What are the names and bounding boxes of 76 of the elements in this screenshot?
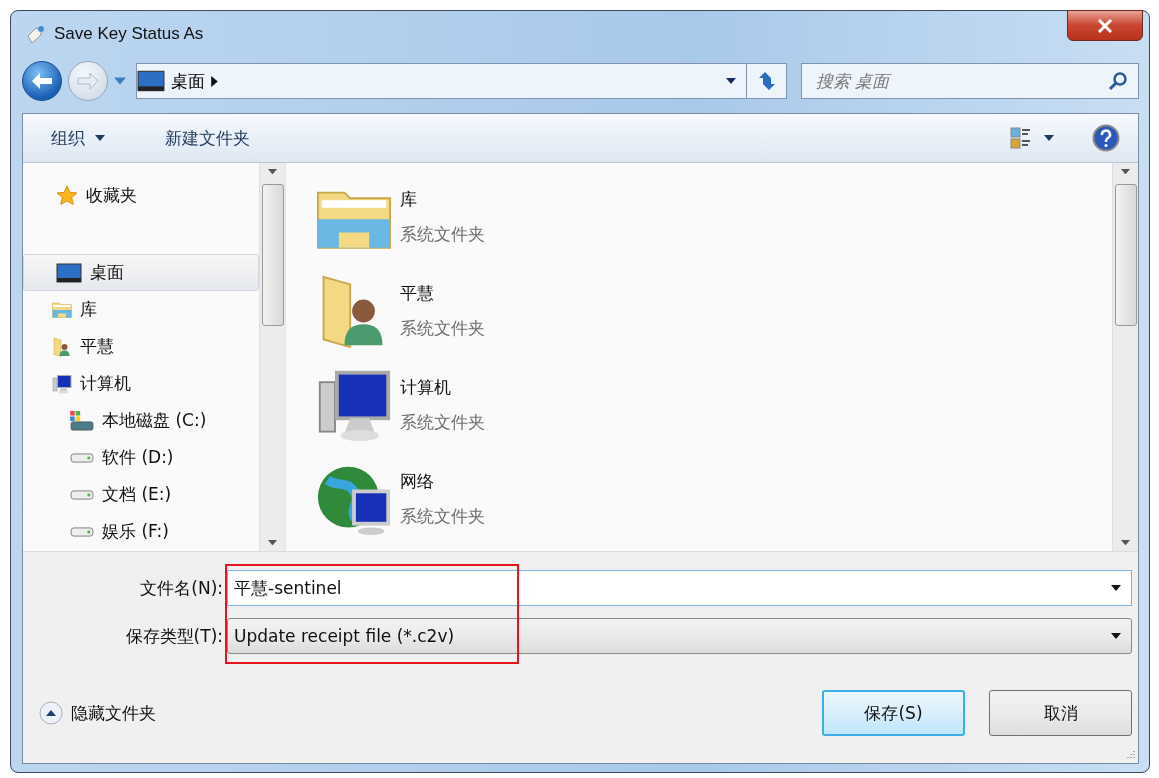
nav-tree-item[interactable]: 娱乐 (F:) [59, 513, 259, 550]
desktop-icon [56, 261, 82, 284]
nav-item-label: 收藏夹 [86, 184, 137, 207]
file-type: 系统文件夹 [400, 411, 485, 434]
file-name: 网络 [400, 470, 435, 493]
caret-right-icon [211, 75, 218, 87]
hide-folders-button[interactable]: 隐藏文件夹 [39, 701, 156, 725]
drive-icon [70, 489, 94, 500]
nav-item-label: 软件 (D:) [102, 446, 174, 469]
caret-down-icon [1111, 633, 1121, 639]
key-tag-icon [26, 24, 46, 44]
nav-tree-item[interactable]: 收藏夹 [23, 177, 259, 214]
scroll-down-icon [1121, 539, 1130, 545]
window-title: Save Key Status As [54, 24, 204, 44]
search-field[interactable]: 搜索 桌面 [801, 63, 1139, 99]
nav-item-label: 平慧 [80, 335, 114, 358]
scroll-up-icon [1121, 169, 1130, 175]
help-icon[interactable] [1092, 124, 1120, 152]
nav-item-label: 本地磁盘 (C:) [102, 409, 207, 432]
nav-tree-item[interactable]: 计算机 [41, 365, 259, 402]
caret-down-icon [1044, 135, 1054, 141]
scrollbar[interactable] [1112, 163, 1138, 551]
file-type: 系统文件夹 [400, 505, 485, 528]
scroll-up-icon [268, 169, 277, 175]
caret-down-icon [726, 78, 736, 84]
caret-down-icon [114, 77, 126, 85]
close-icon [1097, 18, 1113, 33]
file-item[interactable]: 网络 系统文件夹 [316, 459, 1112, 539]
dialog-button[interactable]: 取消 [989, 690, 1132, 736]
user-folder-icon [52, 336, 72, 357]
dialog-button[interactable]: 保存(S) [822, 690, 965, 736]
file-type-dropdown[interactable]: Update receipt file (*.c2v) [227, 618, 1132, 654]
file-name: 计算机 [400, 376, 452, 399]
file-item[interactable]: 计算机 系统文件夹 [316, 365, 1112, 445]
star-icon [56, 184, 78, 207]
nav-tree-item[interactable]: 文档 (E:) [59, 476, 259, 513]
drive-icon [70, 526, 94, 537]
search-icon [1108, 71, 1128, 91]
file-item[interactable]: 库 系统文件夹 [316, 177, 1112, 257]
drive-icon [70, 452, 94, 463]
new-folder-button[interactable]: 新建文件夹 [157, 122, 258, 154]
file-name-field[interactable]: 平慧-sentinel [227, 570, 1132, 606]
nav-tree-item[interactable]: 软件 (D:) [59, 439, 259, 476]
system-drive-icon [70, 410, 94, 431]
library-folder-icon [52, 301, 72, 318]
file-type: 系统文件夹 [400, 317, 485, 340]
resize-grip-icon [1124, 749, 1136, 761]
nav-tree-item[interactable]: 库 [41, 291, 259, 328]
nav-item-label: 计算机 [80, 372, 131, 395]
breadcrumb[interactable]: 桌面 [165, 64, 211, 98]
field-label: 文件名(N): [139, 576, 224, 600]
desktop-icon [137, 69, 165, 93]
nav-tree-item[interactable]: 平慧 [41, 328, 259, 365]
arrow-right-icon [77, 72, 99, 90]
search-input[interactable]: 搜索 桌面 [802, 70, 1108, 92]
caret-down-icon [1111, 585, 1121, 591]
back-button[interactable] [22, 61, 62, 101]
nav-item-label: 库 [80, 298, 97, 321]
nav-item-label: 文档 (E:) [102, 483, 172, 506]
nav-item-label: 娱乐 (F:) [102, 520, 169, 543]
nav-tree-item[interactable]: 本地磁盘 (C:) [59, 402, 259, 439]
field-label: 保存类型(T): [124, 624, 224, 648]
nav-tree-item[interactable]: 桌面 [23, 254, 259, 291]
organize-menu-button[interactable]: 组织 [43, 122, 113, 154]
file-type: 系统文件夹 [400, 223, 485, 246]
nav-item-label: 桌面 [90, 261, 124, 284]
file-name: 库 [400, 188, 418, 211]
collapse-icon [39, 701, 63, 725]
scrollbar[interactable] [259, 163, 285, 551]
computer-icon [52, 373, 72, 394]
scroll-down-icon [268, 539, 277, 545]
close-button[interactable] [1067, 10, 1143, 41]
file-name: 平慧 [400, 282, 435, 305]
arrow-left-icon [31, 72, 53, 90]
caret-down-icon [95, 135, 105, 141]
file-item[interactable]: 平慧 系统文件夹 [316, 271, 1112, 351]
